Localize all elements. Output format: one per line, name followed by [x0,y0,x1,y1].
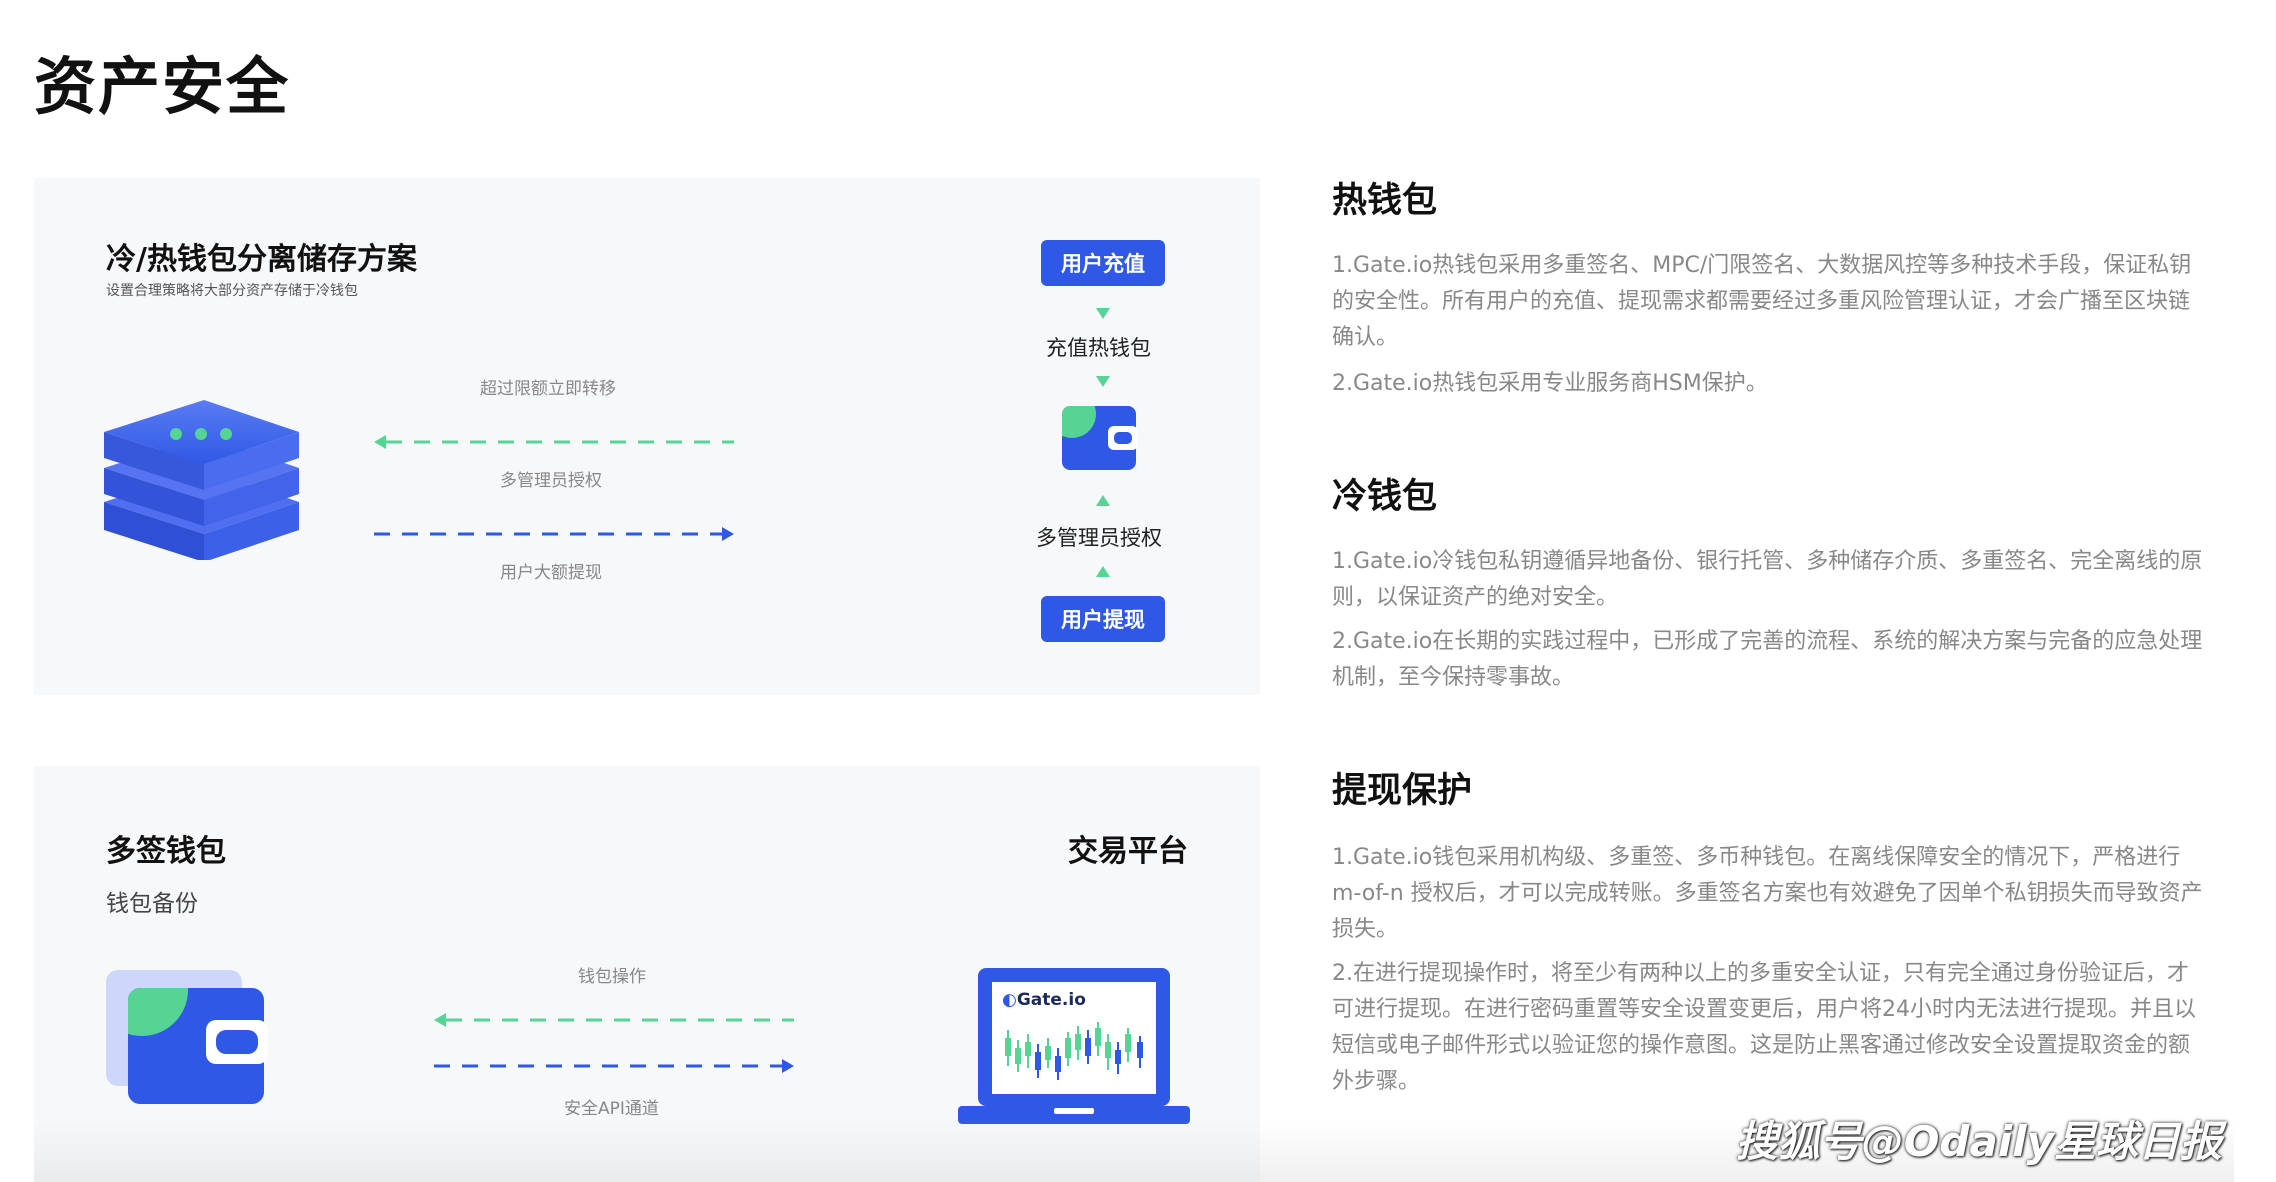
withdraw-protection-paragraph-1: 1.Gate.io钱包采用机构级、多重签、多币种钱包。在离线保障安全的情况下，严… [1332,845,2203,942]
cold-wallet-paragraph-1: 1.Gate.io冷钱包私钥遵循异地备份、银行托管、多种储存介质、多重签名、完全… [1332,549,2203,610]
panel-title: 冷/热钱包分离储存方案 [106,242,417,277]
page-title: 资产安全 [34,50,291,123]
withdraw-protection-heading: 提现保护 [1332,771,1473,811]
wallet-icon [1062,406,1142,480]
panel-subtitle: 设置合理策略将大部分资产存储于冷钱包 [106,283,358,299]
flow-arrow-icon [1096,308,1110,319]
wallet-backup-icon [106,970,271,1114]
hot-wallet-label: 充值热钱包 [1046,336,1151,360]
arrow-label-transfer: 超过限额立即转移 [480,379,616,399]
hot-wallet-heading: 热钱包 [1332,181,1438,221]
server-stack-icon [104,390,304,564]
deposit-button[interactable]: 用户充值 [1041,240,1165,286]
flow-arrow-icon [1096,566,1110,577]
cold-hot-wallet-panel: 冷/热钱包分离储存方案 设置合理策略将大部分资产存储于冷钱包 超过限额立即转移 … [34,178,1260,695]
arrow-right-blue [374,524,734,548]
withdraw-protection-paragraph-2: 2.在进行提现操作时，将至少有两种以上的多重安全认证，只有完全通过身份验证后，才… [1332,961,2196,1094]
multisig-title: 多签钱包 [106,834,226,869]
arrow-right-blue [434,1056,794,1080]
multi-admin-label: 多管理员授权 [1036,526,1162,550]
withdraw-button[interactable]: 用户提现 [1041,596,1165,642]
hot-wallet-paragraph-2: 2.Gate.io热钱包采用专业服务商HSM保护。 [1332,371,1768,396]
arrow-label-wallet-op: 钱包操作 [578,967,646,987]
watermark: 搜狐号@Odaily星球日报 [1735,1117,2222,1166]
arrow-label-api: 安全API通道 [564,1099,659,1119]
arrow-left-green [374,432,734,456]
hot-wallet-paragraph-1: 1.Gate.io热钱包采用多重签名、MPC/门限签名、大数据风控等多种技术手段… [1332,253,2192,350]
laptop-logo: ◐Gate.io [1002,990,1086,1010]
arrow-left-green [434,1010,794,1034]
flow-arrow-icon [1096,495,1110,506]
flow-arrow-icon [1096,376,1110,387]
arrow-label-large-withdraw: 用户大额提现 [500,563,602,583]
wallet-backup-label: 钱包备份 [106,891,198,917]
cold-wallet-heading: 冷钱包 [1332,477,1438,517]
laptop-logo-text: Gate.io [1016,990,1086,1010]
arrow-label-multi-admin: 多管理员授权 [500,471,602,491]
cold-wallet-paragraph-2: 2.Gate.io在长期的实践过程中，已形成了完善的流程、系统的解决方案与完备的… [1332,629,2203,690]
platform-title: 交易平台 [1068,834,1188,869]
